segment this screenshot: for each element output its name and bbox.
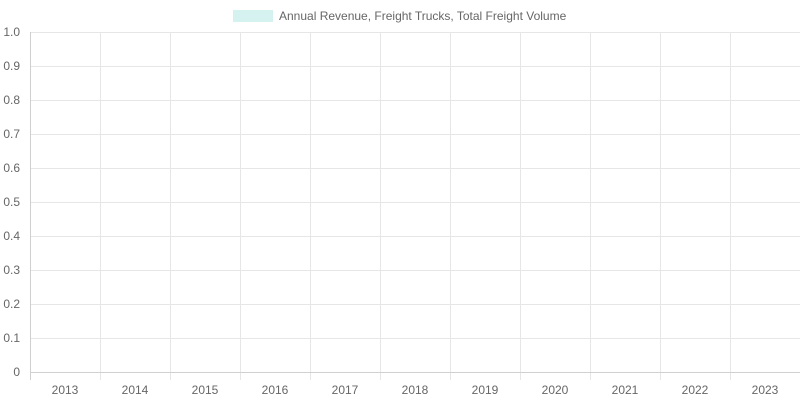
y-tick-label: 0.4 <box>3 229 20 243</box>
x-tick-label: 2022 <box>682 383 709 397</box>
legend-label: Annual Revenue, Freight Trucks, Total Fr… <box>279 9 567 23</box>
x-tick-label: 2015 <box>192 383 219 397</box>
x-tick-label: 2018 <box>402 383 429 397</box>
y-tick-label: 0.1 <box>3 331 20 345</box>
legend[interactable]: Annual Revenue, Freight Trucks, Total Fr… <box>233 9 567 23</box>
y-tick-label: 0.8 <box>3 93 20 107</box>
y-tick-label: 0.5 <box>3 195 20 209</box>
x-tick-label: 2013 <box>52 383 79 397</box>
y-tick-label: 0.3 <box>3 263 20 277</box>
x-tick-label: 2014 <box>122 383 149 397</box>
y-tick-label: 0 <box>13 365 20 379</box>
x-tick-label: 2021 <box>612 383 639 397</box>
y-tick-label: 0.2 <box>3 297 20 311</box>
x-tick-label: 2020 <box>542 383 569 397</box>
y-tick-label: 0.6 <box>3 161 20 175</box>
grid <box>30 32 800 380</box>
axes <box>30 32 800 380</box>
x-tick-label: 2023 <box>752 383 779 397</box>
x-axis-tick-labels: 2013 2014 2015 2016 2017 2018 2019 2020 2021 2022… <box>52 383 779 397</box>
y-tick-label: 0.7 <box>3 127 20 141</box>
x-tick-label: 2019 <box>472 383 499 397</box>
y-tick-label: 1.0 <box>3 25 20 39</box>
legend-swatch <box>233 10 273 22</box>
chart: Annual Revenue, Freight Trucks, Total Fr… <box>3 9 800 397</box>
y-tick-label: 0.9 <box>3 59 20 73</box>
x-tick-label: 2017 <box>332 383 359 397</box>
y-axis-tick-labels: 0 0.1 0.2 0.3 0.4 0.5 0.6 0.7 0.8 0.9 1.0 <box>3 25 20 379</box>
x-tick-label: 2016 <box>262 383 289 397</box>
